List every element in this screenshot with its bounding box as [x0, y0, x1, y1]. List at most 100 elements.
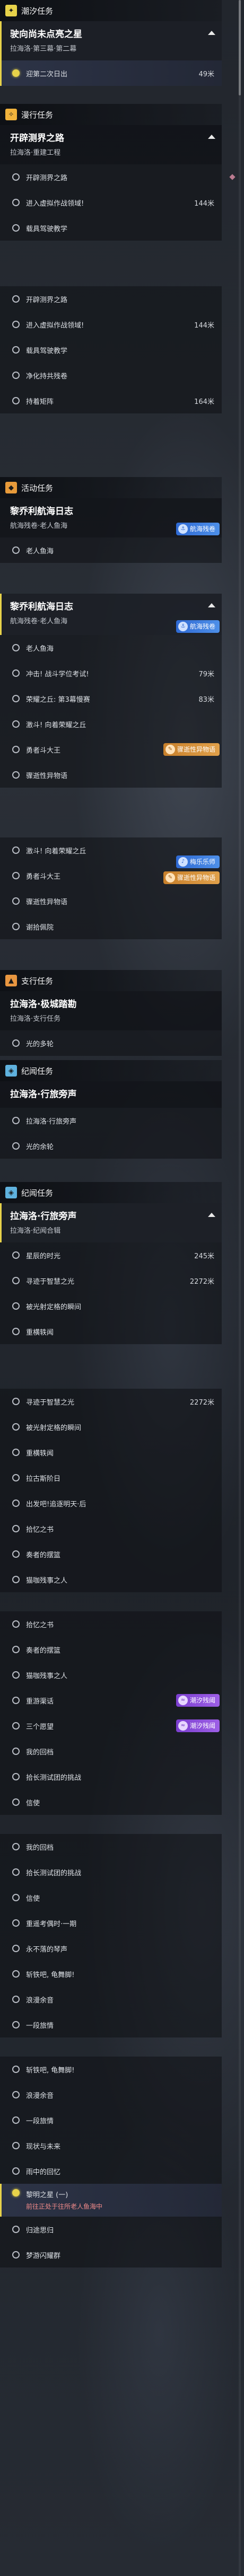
objective-row[interactable]: 拉古斯阶日 [0, 1465, 222, 1490]
objective-row[interactable]: 出发吧!追逐明天·后 [0, 1490, 222, 1516]
objective-row[interactable]: 谢拾佩院 [0, 914, 222, 939]
quest-event-main[interactable]: 黎乔利航海日志 航海残卷·老人鱼海 ⚓ 航海残卷 [0, 594, 222, 635]
objective-bullet-icon [12, 1919, 20, 1927]
objective-row[interactable]: 浪漫余音 [0, 2082, 222, 2107]
objective-row[interactable]: 信使 [0, 1885, 222, 1910]
quest-title: 黎乔利航海日志 [10, 602, 73, 612]
objective-row[interactable]: 我的回档 [0, 1739, 222, 1764]
objective-row[interactable]: 光的余轮 [0, 1133, 222, 1159]
objective-row[interactable]: 重遥考偶时·一期 [0, 1910, 222, 1936]
objective-row[interactable]: 奏者的摆篮 [0, 1637, 222, 1662]
objective-row[interactable]: 载具驾驶教学 [0, 337, 222, 363]
quest-side-main[interactable]: 拉海洛·极城踏勘 拉海洛·支行任务 [0, 991, 222, 1030]
objective-row[interactable]: 寻迹于智慧之光 2272米 [0, 1389, 222, 1414]
objective-row-active[interactable]: 黎明之星 (一) 前往正处于往所老人鱼海中 [0, 2184, 222, 2217]
quest-story-main[interactable]: 拉海洛·行旅旁声 [0, 1081, 222, 1108]
objective-row[interactable]: 重游渠话 ≈ 潮汐残阈 [0, 1688, 222, 1713]
objective-row[interactable]: 被光射定格的瞬间 [0, 1293, 222, 1319]
objective-row[interactable]: 猫咖残事之人 [0, 1567, 222, 1592]
objective-row[interactable]: 寻迹于智慧之光 2272米 [0, 1268, 222, 1293]
objective-row[interactable]: 开辟测界之路 [0, 164, 236, 190]
objective-row[interactable]: 重横轶闻 [0, 1440, 222, 1465]
objective-row[interactable]: 载具驾驶教学 [0, 215, 222, 241]
objective-label: 光的多轮 [26, 1040, 54, 1048]
objective-label: 被光射定格的瞬间 [26, 1424, 82, 1432]
objective-row[interactable]: 持着矩阵 164米 [0, 388, 222, 413]
objective-row[interactable]: 雨中的回忆 [0, 2158, 222, 2184]
objective-label: 星辰的时光 [26, 1252, 61, 1260]
objective-row[interactable]: 勇者斗大王 ♪ 梅乐乐师 ✎ 骤逝性异物语 [0, 855, 222, 888]
objective-row[interactable]: 奏者的摆篮 [0, 1541, 222, 1567]
badge-nautical: ⚓ 航海残卷 [176, 523, 220, 535]
badge-tide-echo: ≈ 潮汐残阈 [176, 1694, 220, 1707]
objective-row[interactable]: 激斗! 向着荣耀之丘 [0, 711, 222, 737]
scrollbar-track[interactable] [239, 0, 241, 2576]
collapse-icon[interactable] [208, 31, 215, 35]
objective-row[interactable]: 光的多轮 [0, 1030, 222, 1056]
objective-row[interactable]: 拾长测试团的挑战 [0, 1764, 222, 1789]
category-story-header[interactable]: ◈ 纪闻任务 [0, 1060, 222, 1081]
objective-row[interactable]: 星辰的时光 245米 [0, 1242, 222, 1268]
objective-row[interactable]: 永不落的琴声 [0, 1936, 222, 1961]
badge-label: 骤逝性异物语 [177, 746, 215, 753]
objective-row[interactable]: 净化持共残卷 [0, 363, 222, 388]
category-side-header[interactable]: ▲ 支行任务 [0, 970, 222, 991]
objective-row[interactable]: 拾忆之书 [0, 1611, 222, 1637]
objective-row[interactable]: 一段旅情 [0, 2012, 222, 2037]
objective-row[interactable]: 骤逝性异物语 [0, 762, 222, 788]
objective-row[interactable]: 开辟测界之路 [0, 286, 222, 312]
objective-row[interactable]: 归途思归 [0, 2217, 222, 2242]
quest-title: 黎乔利航海日志 [10, 506, 73, 517]
objective-row[interactable]: 拾长测试团的挑战 [0, 1859, 222, 1885]
quest-event-main[interactable]: 黎乔利航海日志 航海残卷·老人鱼海 ⚓ 航海残卷 [0, 498, 222, 537]
objective-label: 一段旅情 [26, 2022, 54, 2030]
category-tide-header[interactable]: ✦ 潮汐任务 [0, 0, 222, 21]
objective-row[interactable]: 进入虚拟作战领域! 144米 [0, 190, 222, 215]
objective-row[interactable]: 进入虚拟作战领域! 144米 [0, 312, 222, 337]
objective-row[interactable]: 被光射定格的瞬间 [0, 1414, 222, 1440]
objective-row[interactable]: 老人鱼海 [0, 635, 222, 660]
objective-row[interactable]: 猫咖残事之人 [0, 1662, 222, 1688]
objective-row[interactable]: 荣耀之丘: 第3幕慢赛 83米 [0, 686, 222, 711]
objective-row[interactable]: 勇者斗大王 ✎ 骤逝性异物语 [0, 737, 222, 762]
objective-row[interactable]: 一段旅情 [0, 2107, 222, 2133]
objective-row[interactable]: 斩铁吧, 龟舞脚! [0, 2057, 222, 2082]
quest-log: ✦ 潮汐任务 驶向尚未点亮之星 拉海洛·第三幕·第二幕 迎第二次日出 49米 ✧… [0, 0, 244, 2576]
objective-bullet-icon [12, 1328, 20, 1335]
collapse-icon[interactable] [208, 603, 215, 607]
objective-row[interactable]: 浪漫余音 [0, 1987, 222, 2012]
objective-bullet-icon [12, 2167, 20, 2175]
objective-row[interactable]: 斩铁吧, 龟舞脚! [0, 1961, 222, 1987]
collapse-icon[interactable] [208, 135, 215, 139]
category-event-header[interactable]: ◆ 活动任务 [0, 477, 222, 498]
book-icon: ✎ [165, 873, 175, 883]
category-story-header[interactable]: ◈ 纪闻任务 [0, 1182, 222, 1203]
collapse-icon[interactable] [208, 1213, 215, 1217]
quest-story-main[interactable]: 拉海洛·行旅旁声 拉海洛·纪闻合辑 [0, 1203, 222, 1242]
objective-bullet-icon [12, 771, 20, 779]
objective-label: 奏者的摆篮 [26, 1551, 61, 1559]
quest-tide-main[interactable]: 驶向尚未点亮之星 拉海洛·第三幕·第二幕 [0, 21, 222, 60]
objective-row[interactable]: 现状与未来 [0, 2133, 222, 2158]
objective-row[interactable]: 信使 [0, 1789, 222, 1815]
objective-row[interactable]: 老人鱼海 [0, 537, 222, 563]
category-explore-header[interactable]: ✧ 漫行任务 [0, 104, 222, 125]
objective-row[interactable]: 我的回档 [0, 1834, 222, 1859]
scrollbar-thumb[interactable] [239, 0, 241, 95]
quest-explore-main[interactable]: 开辟测界之路 拉海洛·重建工程 [0, 125, 222, 164]
objective-bullet-icon [12, 1843, 20, 1850]
objective-bullet-icon [12, 321, 20, 328]
objective-row[interactable]: 拾忆之书 [0, 1516, 222, 1541]
objective-row[interactable]: 梦游闪耀群 [0, 2242, 222, 2268]
objective-row[interactable]: 骤逝性异物语 [0, 888, 222, 914]
objective-row[interactable]: 迎第二次日出 49米 [0, 60, 222, 86]
objective-row[interactable]: 冲击! 战斗学位考试! 79米 [0, 660, 222, 686]
objective-label: 现状与未来 [26, 2142, 61, 2151]
objective-bullet-icon [12, 2251, 20, 2259]
quest-title: 拉海洛·行旅旁声 [10, 1211, 77, 1222]
story-section: ◈ 纪闻任务 拉海洛·行旅旁声 拉海洛·纪闻合辑 星辰的时光 245米 寻迹于智… [0, 1182, 222, 1344]
objective-row[interactable]: 三个愿望 ≈ 潮汐残阈 [0, 1713, 222, 1739]
objective-warning: 前往正处于往所老人鱼海中 [26, 2203, 103, 2210]
objective-row[interactable]: 重横轶闻 [0, 1319, 222, 1344]
objective-row[interactable]: 拉海洛·行旅旁声 [0, 1108, 222, 1133]
